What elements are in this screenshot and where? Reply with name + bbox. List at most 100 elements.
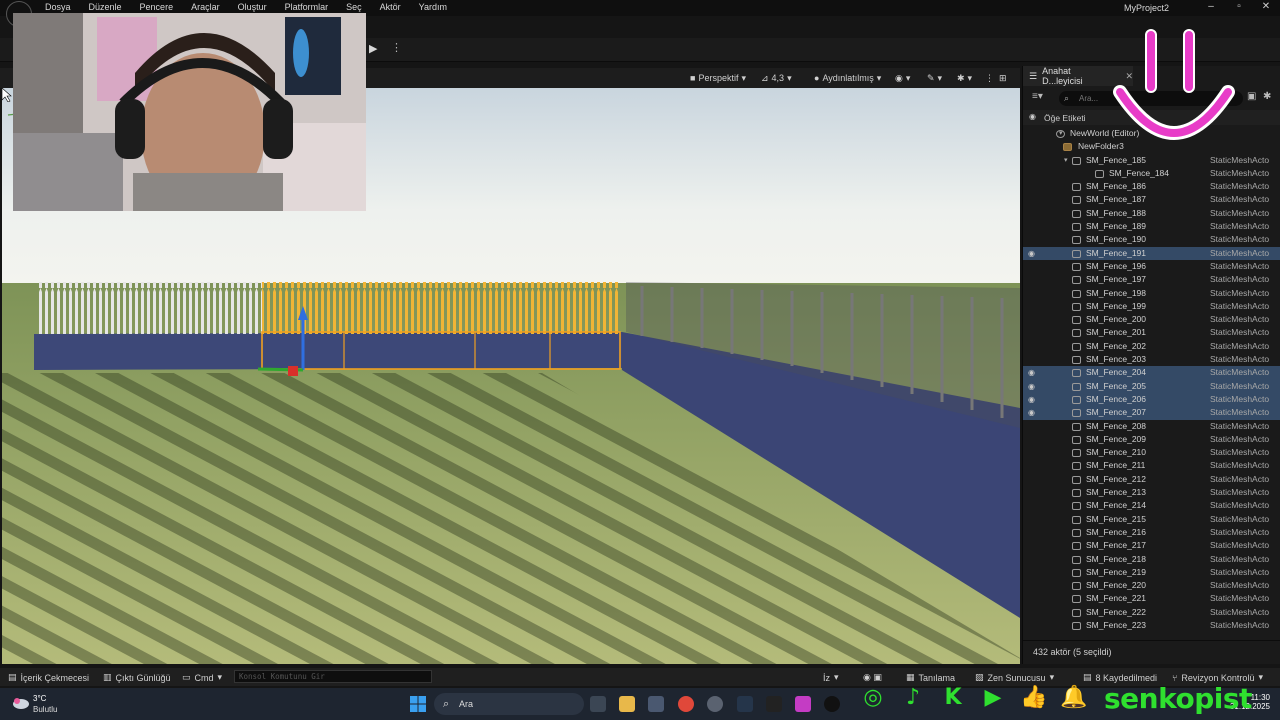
- actor-row[interactable]: SM_Fence_196 StaticMeshActo: [1023, 260, 1280, 273]
- epic-games-icon[interactable]: [766, 696, 782, 712]
- actor-row[interactable]: ◉ SM_Fence_191 StaticMeshActo: [1023, 246, 1280, 260]
- output-log-button[interactable]: ▥ Çıktı Günlüğü: [103, 672, 171, 683]
- actor-row[interactable]: SM_Fence_202 StaticMeshActo: [1023, 340, 1280, 353]
- menu-item-actor[interactable]: Aktör: [380, 2, 401, 12]
- layout-grid-icon[interactable]: ⊞: [999, 71, 1007, 85]
- menu-item-select[interactable]: Seç: [346, 2, 362, 12]
- actor-row[interactable]: SM_Fence_190 StaticMeshActo: [1023, 233, 1280, 246]
- close-icon[interactable]: ✕: [1259, 1, 1273, 12]
- search-icon: ⌕: [443, 698, 450, 710]
- actor-row[interactable]: SM_Fence_208 StaticMeshActo: [1023, 420, 1280, 433]
- actor-row[interactable]: SM_Fence_217 StaticMeshActo: [1023, 539, 1280, 552]
- actor-row[interactable]: SM_Fence_220 StaticMeshActo: [1023, 579, 1280, 592]
- actor-row[interactable]: SM_Fence_198 StaticMeshActo: [1023, 287, 1280, 300]
- actor-row[interactable]: SM_Fence_212 StaticMeshActo: [1023, 473, 1280, 486]
- taskbar-search[interactable]: ⌕ Ara: [434, 693, 584, 715]
- actor-type: StaticMeshActo: [1210, 247, 1270, 258]
- item-label-column[interactable]: Öğe Etiketi: [1044, 113, 1086, 123]
- content-drawer-label: İçerik Çekmecesi: [20, 672, 90, 683]
- actor-row[interactable]: SM_Fence_197 StaticMeshActo: [1023, 273, 1280, 286]
- menu-item-build[interactable]: Oluştur: [238, 2, 267, 12]
- actor-row[interactable]: ◉ SM_Fence_206 StaticMeshActo: [1023, 392, 1280, 407]
- actor-name: SM_Fence_201: [1086, 327, 1147, 338]
- file-explorer-icon[interactable]: [619, 696, 635, 712]
- actor-row[interactable]: ◉ SM_Fence_207 StaticMeshActo: [1023, 406, 1280, 420]
- actor-row[interactable]: SM_Fence_199 StaticMeshActo: [1023, 300, 1280, 313]
- visibility-eye-icon[interactable]: ◉: [1028, 393, 1035, 406]
- menu-item-tools[interactable]: Araçlar: [191, 2, 220, 12]
- task-view-icon[interactable]: [590, 696, 606, 712]
- visibility-eye-icon[interactable]: ◉: [1028, 406, 1035, 419]
- settings-dropdown[interactable]: ✱ ▾: [957, 71, 972, 85]
- content-drawer-button[interactable]: ▤ İçerik Çekmecesi: [8, 672, 89, 683]
- store-icon[interactable]: [648, 696, 664, 712]
- actor-type: StaticMeshActo: [1210, 207, 1270, 218]
- trace-label: İz: [823, 672, 831, 683]
- app-icon[interactable]: [795, 696, 811, 712]
- fov-icon: ⊿: [761, 72, 769, 83]
- menu-item-edit[interactable]: Düzenle: [89, 2, 122, 12]
- visibility-eye-icon[interactable]: ◉: [1028, 366, 1035, 379]
- actor-row[interactable]: SM_Fence_200 StaticMeshActo: [1023, 313, 1280, 326]
- actor-row[interactable]: SM_Fence_222 StaticMeshActo: [1023, 606, 1280, 619]
- add-folder-icon[interactable]: ▣: [1247, 91, 1256, 102]
- actor-row[interactable]: SM_Fence_211 StaticMeshActo: [1023, 459, 1280, 472]
- actor-row[interactable]: SM_Fence_187 StaticMeshActo: [1023, 193, 1280, 206]
- actor-row[interactable]: SM_Fence_219 StaticMeshActo: [1023, 566, 1280, 579]
- actor-name: SM_Fence_220: [1086, 580, 1147, 591]
- actor-row[interactable]: SM_Fence_218 StaticMeshActo: [1023, 553, 1280, 566]
- static-mesh-icon: [1072, 462, 1081, 471]
- actor-row[interactable]: SM_Fence_201 StaticMeshActo: [1023, 326, 1280, 339]
- actor-name: SM_Fence_202: [1086, 340, 1147, 351]
- steam-icon[interactable]: [737, 696, 753, 712]
- actor-type: StaticMeshActo: [1210, 393, 1270, 404]
- actor-row[interactable]: SM_Fence_215 StaticMeshActo: [1023, 513, 1280, 526]
- visibility-eye-icon[interactable]: ◉: [1028, 380, 1035, 393]
- trace-dropdown[interactable]: İz ▾: [823, 672, 839, 683]
- actor-row[interactable]: SM_Fence_216 StaticMeshActo: [1023, 526, 1280, 539]
- menu-item-file[interactable]: Dosya: [45, 2, 71, 12]
- fov-dropdown[interactable]: ⊿ 4,3 ▾: [761, 71, 792, 85]
- actor-row[interactable]: SM_Fence_209 StaticMeshActo: [1023, 433, 1280, 446]
- menu-item-help[interactable]: Yardım: [419, 2, 447, 12]
- filter-icon[interactable]: ≡▾: [1032, 91, 1043, 102]
- actor-row[interactable]: ◉ SM_Fence_204 StaticMeshActo: [1023, 366, 1280, 380]
- unreal-engine-icon[interactable]: [824, 696, 840, 712]
- actor-type: StaticMeshActo: [1210, 274, 1270, 285]
- transform-tools-dropdown[interactable]: ✎ ▾: [927, 71, 942, 85]
- actor-row[interactable]: SM_Fence_189 StaticMeshActo: [1023, 220, 1280, 233]
- actor-type: StaticMeshActo: [1210, 593, 1270, 604]
- actor-row[interactable]: SM_Fence_221 StaticMeshActo: [1023, 592, 1280, 605]
- view-mode-dropdown[interactable]: ■ Perspektif ▾: [690, 71, 746, 85]
- minimize-icon[interactable]: –: [1204, 1, 1218, 12]
- play-icon[interactable]: ▶: [369, 42, 383, 56]
- lighting-dropdown[interactable]: ● Aydınlatılmış ▾: [814, 71, 881, 85]
- static-mesh-icon: [1072, 449, 1081, 458]
- maximize-icon[interactable]: ▫: [1232, 1, 1246, 12]
- show-flags-dropdown[interactable]: ◉ ▾: [895, 71, 910, 85]
- chrome-icon[interactable]: [678, 696, 694, 712]
- windows-start-icon[interactable]: [410, 696, 426, 712]
- obs-icon[interactable]: [707, 696, 723, 712]
- actor-row[interactable]: ◉ SM_Fence_205 StaticMeshActo: [1023, 379, 1280, 393]
- console-command-input[interactable]: Konsol Komutunu Gir: [234, 670, 432, 683]
- actor-name: SM_Fence_191: [1086, 247, 1147, 258]
- actor-row[interactable]: SM_Fence_210 StaticMeshActo: [1023, 446, 1280, 459]
- log-icon: ▥: [103, 672, 112, 682]
- outliner-settings-icon[interactable]: ✱: [1263, 91, 1271, 102]
- actor-row[interactable]: SM_Fence_214 StaticMeshActo: [1023, 499, 1280, 512]
- menu-item-window[interactable]: Pencere: [140, 2, 174, 12]
- viewport-more-icon[interactable]: ⋮: [985, 71, 994, 85]
- actor-row[interactable]: SM_Fence_184 StaticMeshActo: [1023, 167, 1280, 180]
- collapse-icon[interactable]: ▾: [1064, 154, 1068, 167]
- lighting-label: Aydınlatılmış: [822, 73, 874, 83]
- visibility-eye-icon[interactable]: ◉: [1028, 247, 1035, 260]
- actor-row[interactable]: SM_Fence_213 StaticMeshActo: [1023, 486, 1280, 499]
- more-options-icon[interactable]: ⋮: [391, 41, 402, 54]
- actor-row[interactable]: SM_Fence_223 StaticMeshActo: [1023, 619, 1280, 632]
- actor-row[interactable]: SM_Fence_203 StaticMeshActo: [1023, 353, 1280, 366]
- actor-row[interactable]: SM_Fence_188 StaticMeshActo: [1023, 207, 1280, 220]
- actor-row[interactable]: SM_Fence_186 StaticMeshActo: [1023, 180, 1280, 193]
- menu-item-platforms[interactable]: Platformlar: [285, 2, 329, 12]
- cmd-dropdown[interactable]: ▭ Cmd ▾: [182, 672, 222, 683]
